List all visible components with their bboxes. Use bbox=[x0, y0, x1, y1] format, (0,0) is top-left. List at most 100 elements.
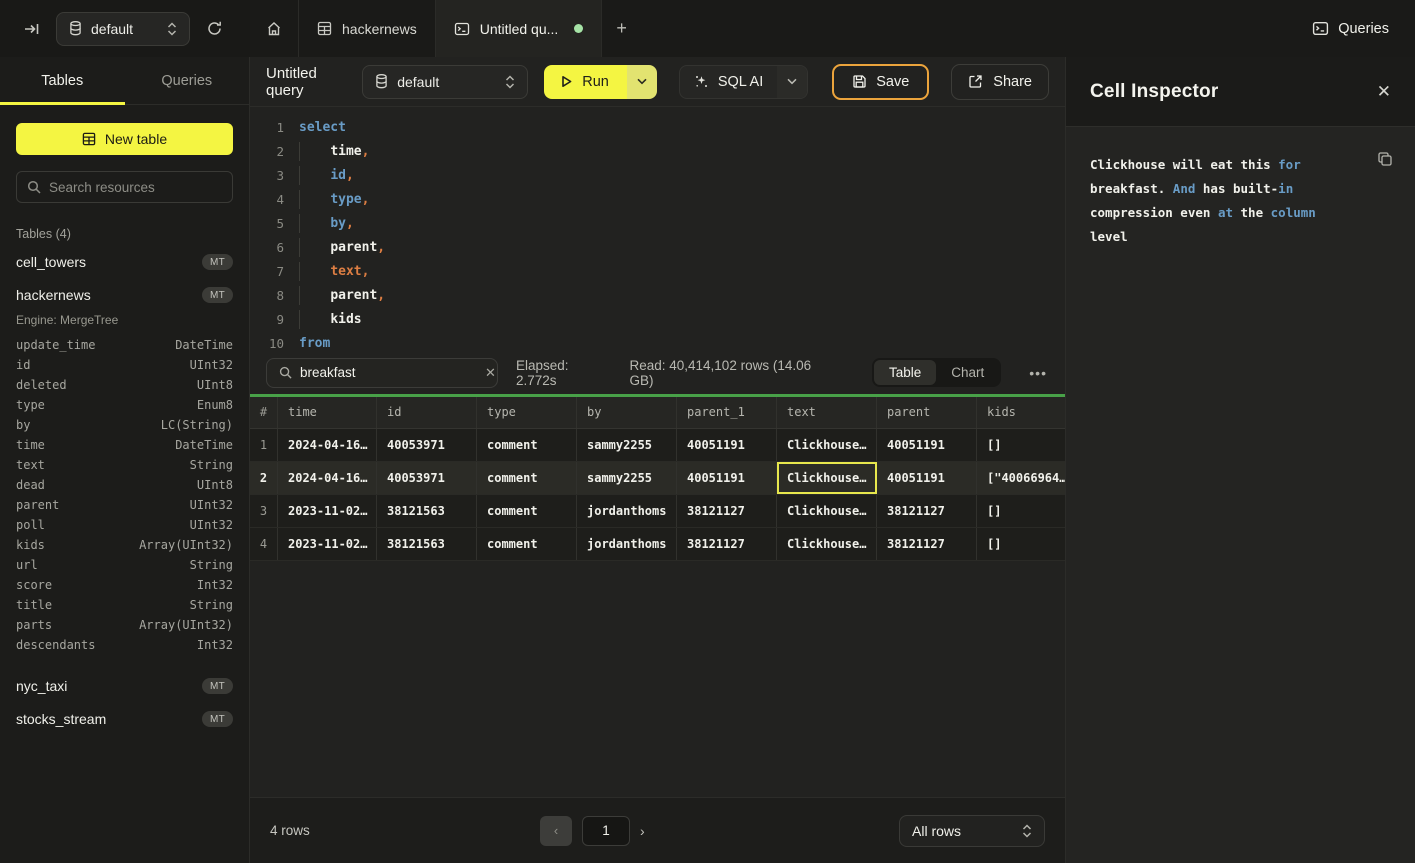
table-cell[interactable]: Clickhouse… bbox=[777, 429, 877, 461]
table-column-row[interactable]: deletedUInt8 bbox=[16, 375, 233, 395]
close-icon[interactable]: ✕ bbox=[1377, 82, 1391, 102]
queries-button[interactable]: Queries bbox=[1312, 20, 1389, 37]
sidebar-tab-tables[interactable]: Tables bbox=[0, 57, 125, 104]
column-header[interactable]: by bbox=[577, 397, 677, 428]
table-cell[interactable]: 2023-11-02… bbox=[278, 528, 377, 560]
table-column-row[interactable]: idUInt32 bbox=[16, 355, 233, 375]
refresh-button[interactable] bbox=[204, 18, 225, 39]
copy-icon[interactable] bbox=[1377, 151, 1393, 167]
table-cell[interactable]: sammy2255 bbox=[577, 429, 677, 461]
editor-line[interactable]: 8 parent, bbox=[260, 283, 1065, 307]
table-cell[interactable]: 2 bbox=[250, 462, 278, 494]
column-header[interactable]: kids bbox=[977, 397, 1065, 428]
table-column-row[interactable]: scoreInt32 bbox=[16, 575, 233, 595]
table-cell[interactable]: 38121127 bbox=[677, 495, 777, 527]
table-column-row[interactable]: parentUInt32 bbox=[16, 495, 233, 515]
table-cell[interactable]: 38121127 bbox=[877, 528, 977, 560]
tab-untitled-query[interactable]: Untitled qu... bbox=[436, 0, 603, 57]
table-cell[interactable]: Clickhouse… bbox=[777, 495, 877, 527]
table-cell[interactable]: Clickhouse… bbox=[777, 528, 877, 560]
table-column-row[interactable]: textString bbox=[16, 455, 233, 475]
editor-line[interactable]: 9 kids bbox=[260, 307, 1065, 331]
table-cell[interactable]: Clickhouse… bbox=[777, 462, 877, 494]
editor-line[interactable]: 1select bbox=[260, 115, 1065, 139]
table-column-row[interactable]: byLC(String) bbox=[16, 415, 233, 435]
table-cell[interactable]: comment bbox=[477, 462, 577, 494]
table-cell[interactable]: comment bbox=[477, 495, 577, 527]
table-cell[interactable]: 2024-04-16… bbox=[278, 462, 377, 494]
table-list-item[interactable]: nyc_taxiMT bbox=[16, 669, 233, 702]
table-column-row[interactable]: update_timeDateTime bbox=[16, 335, 233, 355]
previous-page-button[interactable]: ‹ bbox=[540, 816, 572, 846]
table-cell[interactable]: 40053971 bbox=[377, 462, 477, 494]
table-column-row[interactable]: partsArray(UInt32) bbox=[16, 615, 233, 635]
table-cell[interactable]: [] bbox=[977, 429, 1065, 461]
table-cell[interactable]: 38121563 bbox=[377, 495, 477, 527]
editor-line[interactable]: 6 parent, bbox=[260, 235, 1065, 259]
column-header[interactable]: parent_1 bbox=[677, 397, 777, 428]
table-cell[interactable]: 40051191 bbox=[677, 429, 777, 461]
table-cell[interactable]: 40051191 bbox=[877, 429, 977, 461]
run-options-button[interactable] bbox=[627, 65, 657, 99]
sidebar-tab-queries[interactable]: Queries bbox=[125, 57, 250, 104]
column-header[interactable]: type bbox=[477, 397, 577, 428]
sql-ai-options-button[interactable] bbox=[777, 66, 807, 98]
table-list-item[interactable]: cell_towersMT bbox=[16, 245, 233, 278]
next-page-button[interactable]: › bbox=[640, 823, 645, 839]
table-cell[interactable]: comment bbox=[477, 429, 577, 461]
table-cell[interactable]: 38121127 bbox=[677, 528, 777, 560]
table-cell[interactable]: 40051191 bbox=[877, 462, 977, 494]
table-cell[interactable]: [] bbox=[977, 495, 1065, 527]
new-table-button[interactable]: New table bbox=[16, 123, 233, 155]
table-cell[interactable]: 40053971 bbox=[377, 429, 477, 461]
column-header[interactable]: # bbox=[250, 397, 278, 428]
tab-home[interactable] bbox=[250, 0, 299, 57]
table-cell[interactable]: 40051191 bbox=[677, 462, 777, 494]
sidebar-search[interactable] bbox=[16, 171, 233, 203]
table-cell[interactable]: 1 bbox=[250, 429, 278, 461]
table-cell[interactable]: 2023-11-02… bbox=[278, 495, 377, 527]
collapse-sidebar-button[interactable] bbox=[22, 19, 42, 39]
table-column-row[interactable]: urlString bbox=[16, 555, 233, 575]
editor-line[interactable]: 7 text, bbox=[260, 259, 1065, 283]
page-number-input[interactable] bbox=[582, 816, 630, 846]
search-input[interactable] bbox=[49, 180, 222, 195]
table-list-item[interactable]: hackernewsMT bbox=[16, 278, 233, 311]
database-select-top[interactable]: default bbox=[56, 12, 190, 46]
column-header[interactable]: time bbox=[278, 397, 377, 428]
sql-editor[interactable]: 1select2 time,3 id,4 type,5 by,6 parent,… bbox=[250, 107, 1065, 352]
column-header[interactable]: id bbox=[377, 397, 477, 428]
run-button[interactable]: Run bbox=[544, 65, 627, 99]
table-column-row[interactable]: deadUInt8 bbox=[16, 475, 233, 495]
table-cell[interactable]: 38121127 bbox=[877, 495, 977, 527]
table-cell[interactable]: sammy2255 bbox=[577, 462, 677, 494]
editor-line[interactable]: 3 id, bbox=[260, 163, 1065, 187]
view-tab-table[interactable]: Table bbox=[874, 360, 936, 385]
table-column-row[interactable]: pollUInt32 bbox=[16, 515, 233, 535]
table-list-item[interactable]: stocks_streamMT bbox=[16, 702, 233, 735]
table-cell[interactable]: jordanthoms bbox=[577, 528, 677, 560]
share-button[interactable]: Share bbox=[951, 64, 1049, 100]
tab-hackernews[interactable]: hackernews bbox=[299, 0, 436, 57]
editor-line[interactable]: 4 type, bbox=[260, 187, 1065, 211]
table-column-row[interactable]: titleString bbox=[16, 595, 233, 615]
editor-line[interactable]: 2 time, bbox=[260, 139, 1065, 163]
table-cell[interactable]: 38121563 bbox=[377, 528, 477, 560]
editor-line[interactable]: 10from bbox=[260, 331, 1065, 352]
table-cell[interactable]: 2024-04-16… bbox=[278, 429, 377, 461]
save-button[interactable]: Save bbox=[832, 64, 929, 100]
column-header[interactable]: parent bbox=[877, 397, 977, 428]
new-tab-button[interactable]: + bbox=[602, 0, 641, 57]
table-column-row[interactable]: typeEnum8 bbox=[16, 395, 233, 415]
table-cell[interactable]: comment bbox=[477, 528, 577, 560]
sql-ai-button[interactable]: SQL AI bbox=[680, 74, 777, 90]
column-header[interactable]: text bbox=[777, 397, 877, 428]
view-tab-chart[interactable]: Chart bbox=[936, 360, 999, 385]
more-options-icon[interactable]: ••• bbox=[1029, 365, 1047, 381]
page-size-select[interactable]: All rows bbox=[899, 815, 1045, 847]
results-filter[interactable]: ✕ bbox=[266, 358, 498, 388]
table-column-row[interactable]: descendantsInt32 bbox=[16, 635, 233, 655]
table-cell[interactable]: [] bbox=[977, 528, 1065, 560]
editor-line[interactable]: 5 by, bbox=[260, 211, 1065, 235]
database-select-query[interactable]: default bbox=[362, 65, 528, 99]
